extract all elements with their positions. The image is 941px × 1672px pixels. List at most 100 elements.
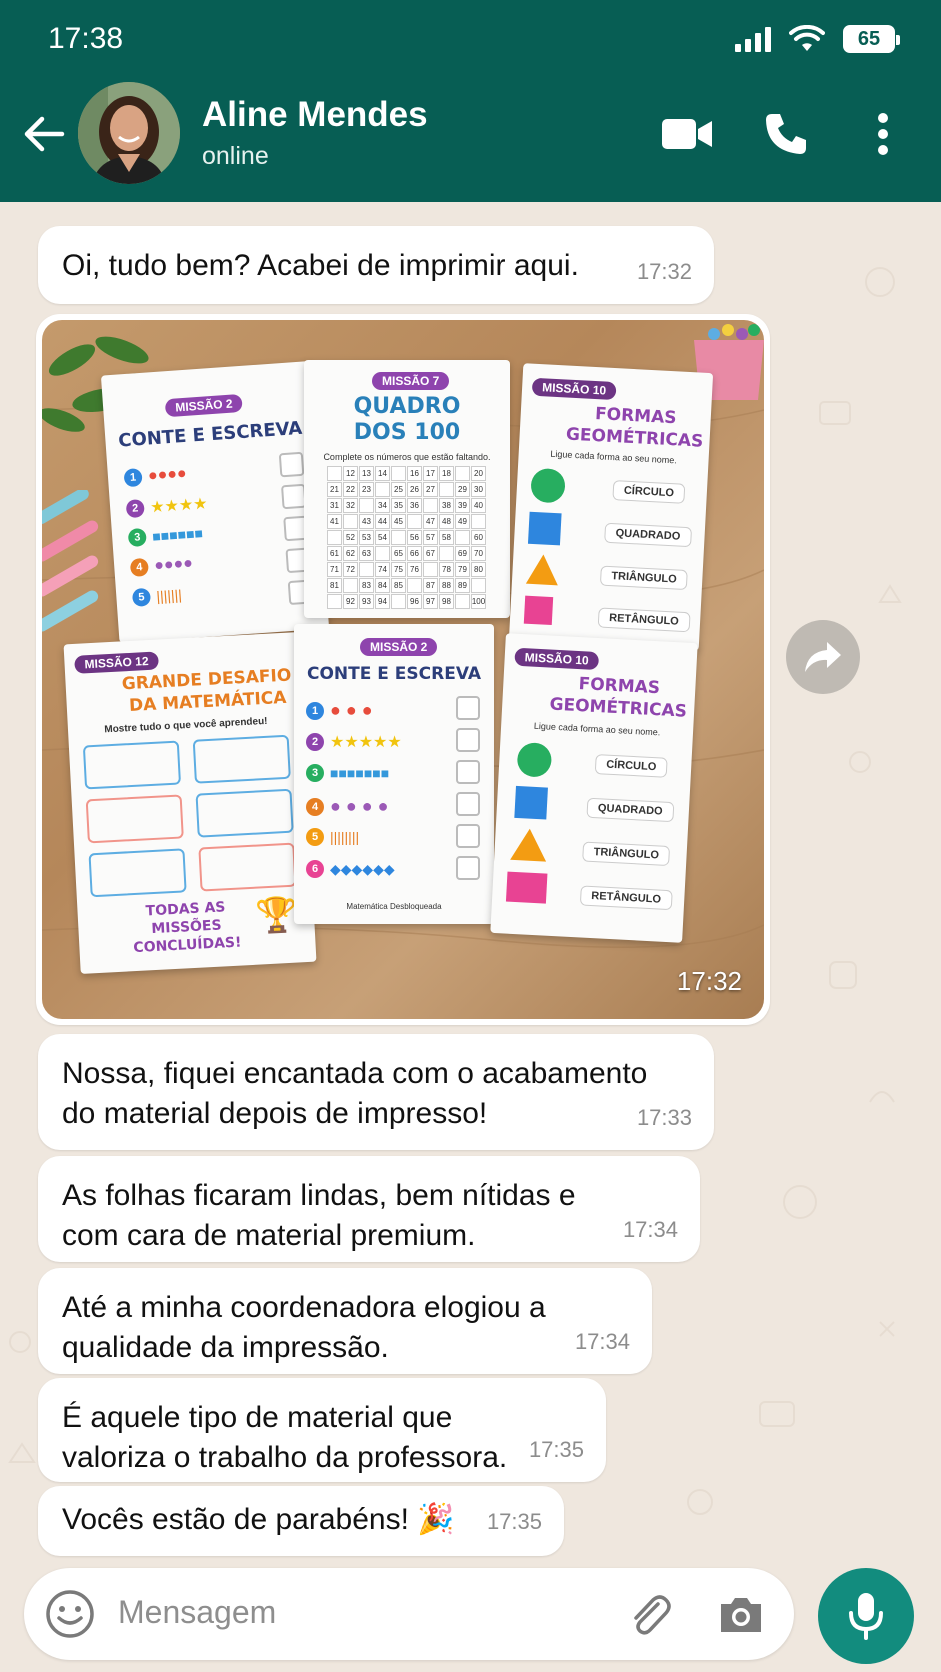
grid-cell: 52: [343, 530, 358, 545]
microphone-icon: [849, 1593, 883, 1640]
grid-cell: 30: [471, 482, 486, 497]
emoji-button[interactable]: [44, 1588, 96, 1640]
grid-cell: 67: [423, 546, 438, 561]
grid-cell: 43: [359, 514, 374, 529]
shape-label: RETÂNGULO: [579, 885, 673, 911]
grid-cell: 89: [455, 578, 470, 593]
forward-button[interactable]: [786, 620, 860, 694]
grid-cell: [327, 530, 342, 545]
message-time: 17:34: [574, 1329, 630, 1354]
voice-call-button[interactable]: [762, 110, 810, 158]
grid-cell: [423, 562, 438, 577]
grid-cell: 20: [471, 466, 486, 481]
answer-boxes: [456, 696, 480, 880]
grid-cell: [327, 594, 342, 609]
image-message[interactable]: MISSÃO 2 CONTE E ESCREVA 1 ●●●● 2 ★★★★ 3 ■■…: [36, 314, 770, 1025]
grid-cell: 80: [471, 562, 486, 577]
exercise-box: [195, 788, 294, 838]
grid-cell: 62: [343, 546, 358, 561]
grid-cell: 83: [359, 578, 374, 593]
sheet-subtitle: Ligue cada forma ao seu nome.: [533, 720, 661, 738]
grid-cell: 94: [375, 594, 390, 609]
grid-cell: 85: [391, 578, 406, 593]
sheet-credit: Matemática Desbloqueada: [346, 902, 442, 911]
message-input[interactable]: Mensagem: [118, 1594, 276, 1631]
more-options-button[interactable]: [870, 110, 896, 158]
contact-name[interactable]: Aline Mendes: [202, 95, 428, 135]
grid-cell: 100: [471, 594, 486, 609]
shape-label: RETÂNGULO: [597, 607, 691, 633]
grid-cell: 48: [439, 514, 454, 529]
worksheet-formas-geometricas-2: MISSÃO 10 FORMAS GEOMÉTRICAS Ligue cada …: [490, 633, 698, 943]
grid-cell: [439, 482, 454, 497]
grid-cell: [375, 482, 390, 497]
shape-label: CÍRCULO: [612, 480, 686, 504]
grid-cell: 27: [423, 482, 438, 497]
triangle-shape: [510, 827, 548, 862]
voice-message-button[interactable]: [818, 1568, 914, 1664]
worksheet-conte-escreva: MISSÃO 2 CONTE E ESCREVA 1 ●●●● 2 ★★★★ 3 ■■…: [100, 361, 330, 643]
sheet-subtitle: Complete os números que estão faltando.: [323, 452, 491, 462]
grid-cell: 92: [343, 594, 358, 609]
message-bubble[interactable]: Oi, tudo bem? Acabei de imprimir aqui. 1…: [38, 226, 714, 304]
message-bubble[interactable]: As folhas ficaram lindas, bem nítidas e …: [38, 1156, 700, 1262]
battery-level: 65: [857, 27, 881, 50]
shared-photo[interactable]: MISSÃO 2 CONTE E ESCREVA 1 ●●●● 2 ★★★★ 3 ■■…: [42, 320, 764, 1019]
grid-cell: 21: [327, 482, 342, 497]
grid-cell: [455, 466, 470, 481]
grid-cell: 47: [423, 514, 438, 529]
message-time: 17:35: [486, 1509, 542, 1534]
grid-cell: 40: [471, 498, 486, 513]
shape-label: TRIÂNGULO: [582, 841, 671, 867]
grid-cell: 65: [391, 546, 406, 561]
grid-cell: [343, 578, 358, 593]
phone-icon: [766, 114, 806, 154]
hundred-grid: 12 13 14 16 17 18 20 21 22 23 25 26 27 29 30 31 32 34 35 36…: [327, 466, 486, 609]
grid-cell: 35: [391, 498, 406, 513]
square-shape: [514, 785, 548, 820]
circle-shape: [516, 741, 553, 778]
grid-cell: 53: [359, 530, 374, 545]
square-shape: [527, 511, 562, 546]
chat-header: 17:38 65 Aline Mendes online: [0, 0, 941, 202]
sheet-title: FORMAS GEOMÉTRICAS: [565, 404, 704, 452]
grid-cell: 76: [407, 562, 422, 577]
message-time: 17:32: [636, 259, 692, 284]
grid-cell: [375, 546, 390, 561]
grid-cell: 31: [327, 498, 342, 513]
mission-tag: MISSÃO 10: [514, 647, 600, 671]
message-text: As folhas ficaram lindas, bem nítidas e …: [62, 1179, 576, 1252]
worksheet-conte-escreva-2: MISSÃO 2 CONTE E ESCREVA 1 ● ● ● 2 ★★★★★ 3…: [294, 624, 494, 924]
grid-cell: 74: [375, 562, 390, 577]
grid-cell: 57: [423, 530, 438, 545]
count-row: 4 ●●●●: [129, 555, 194, 578]
exercise-box: [82, 740, 182, 790]
count-row: 5 |||||||: [131, 586, 183, 607]
grid-cell: 96: [407, 594, 422, 609]
message-composer[interactable]: Mensagem: [24, 1568, 794, 1660]
grid-cell: 69: [455, 546, 470, 561]
video-call-button[interactable]: [660, 110, 714, 158]
message-bubble[interactable]: Vocês estão de parabéns! 🎉 17:35: [38, 1486, 564, 1556]
rectangle-shape: [505, 871, 548, 904]
contact-status: online: [202, 142, 269, 170]
grid-cell: 16: [407, 466, 422, 481]
grid-cell: 23: [359, 482, 374, 497]
message-text: É aquele tipo de material que valoriza o…: [62, 1401, 508, 1474]
sheet-title: CONTE E ESCREVA: [117, 417, 303, 452]
camera-button[interactable]: [716, 1590, 766, 1640]
avatar[interactable]: [78, 82, 180, 184]
grid-cell: 29: [455, 482, 470, 497]
back-button[interactable]: [20, 110, 68, 158]
grid-cell: [407, 578, 422, 593]
mission-tag: MISSÃO 2: [164, 393, 244, 418]
message-bubble[interactable]: É aquele tipo de material que valoriza o…: [38, 1378, 606, 1482]
grid-cell: [407, 514, 422, 529]
message-bubble[interactable]: Até a minha coordenadora elogiou a quali…: [38, 1268, 652, 1374]
attach-button[interactable]: [624, 1590, 674, 1640]
grid-cell: 88: [439, 578, 454, 593]
grid-cell: 58: [439, 530, 454, 545]
message-time: 17:34: [622, 1217, 678, 1242]
message-bubble[interactable]: Nossa, fiquei encantada com o acabamento…: [38, 1034, 714, 1150]
triangle-shape: [525, 553, 560, 586]
